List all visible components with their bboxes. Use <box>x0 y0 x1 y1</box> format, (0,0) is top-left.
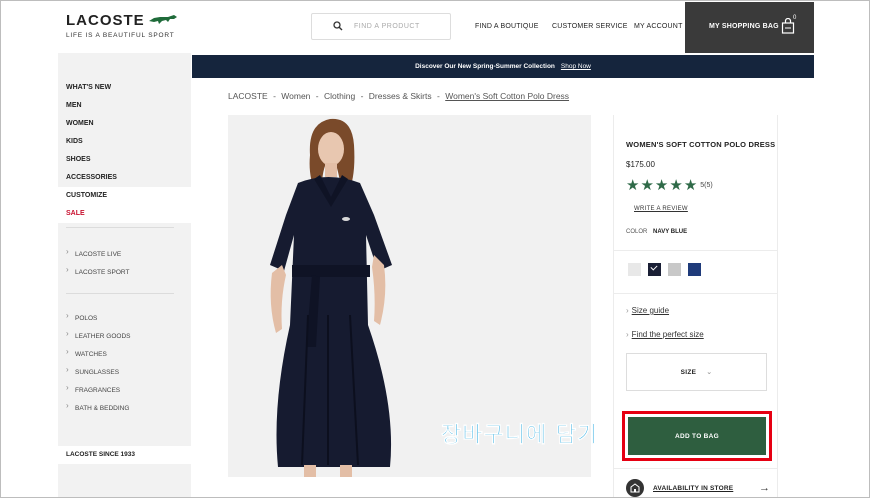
perfect-size-link[interactable]: › Find the perfect size <box>626 330 704 339</box>
arrow-right-icon: → <box>759 482 770 494</box>
sidebar-divider <box>66 293 174 294</box>
search-placeholder: FIND A PRODUCT <box>354 23 420 30</box>
sidebar-item-lacoste-sport[interactable]: LACOSTE SPORT <box>66 261 186 282</box>
crocodile-icon <box>149 15 177 24</box>
sidebar-item-sunglasses[interactable]: SUNGLASSES <box>66 361 186 382</box>
review-count: 5(5) <box>700 182 713 189</box>
color-label: COLOR <box>626 229 648 235</box>
breadcrumb-separator: - <box>273 91 276 101</box>
breadcrumb-separator: - <box>360 91 364 101</box>
sidebar-item-leather-goods[interactable]: LEATHER GOODS <box>66 325 186 346</box>
add-to-bag-highlight: ADD TO BAG <box>622 411 772 461</box>
browser-frame: LACOSTE LIFE IS A BEAUTIFUL SPORT FIND A… <box>0 0 870 498</box>
size-guide-label: Size guide <box>631 306 670 315</box>
star-icon: ★ <box>626 177 640 194</box>
sidebar-main-menu: WHAT'S NEW MEN WOMEN KIDS SHOES ACCESSOR… <box>58 79 191 223</box>
nav-my-account[interactable]: MY ACCOUNT <box>634 23 683 30</box>
bag-count-badge: 0 <box>793 15 797 21</box>
lacoste-logo[interactable]: LACOSTE LIFE IS A BEAUTIFUL SPORT <box>66 12 177 39</box>
sidebar-item-men[interactable]: MEN <box>58 97 191 115</box>
star-icon: ★ <box>683 177 698 194</box>
sidebar-item-women[interactable]: WOMEN <box>58 115 191 133</box>
sidebar-item-accessories[interactable]: ACCESSORIES <box>58 169 191 187</box>
size-selector[interactable]: SIZE ⌄ <box>626 353 767 391</box>
divider <box>614 468 777 469</box>
chevron-right-icon: › <box>626 330 629 339</box>
sidebar-item-fragrances[interactable]: FRAGRANCES <box>66 379 186 400</box>
swatch-white[interactable] <box>628 263 641 276</box>
annotation-add-to-cart: 장바구니에 담기 <box>441 423 599 449</box>
size-guide-link[interactable]: › Size guide <box>626 306 669 315</box>
star-icon: ★ <box>654 177 669 194</box>
write-review-link[interactable]: WRITE A REVIEW <box>634 206 688 212</box>
breadcrumb-item[interactable]: Dresses & Skirts <box>369 91 432 101</box>
left-sidebar: WHAT'S NEW MEN WOMEN KIDS SHOES ACCESSOR… <box>58 53 191 497</box>
promo-text: Discover Our New Spring-Summer Collectio… <box>415 63 555 70</box>
site-header: LACOSTE LIFE IS A BEAUTIFUL SPORT FIND A… <box>58 2 814 53</box>
breadcrumb-item[interactable]: LACOSTE <box>228 91 268 101</box>
store-icon <box>626 479 644 497</box>
sidebar-group-lines: LACOSTE LIVE LACOSTE SPORT <box>66 243 186 282</box>
swatch-grey[interactable] <box>668 263 681 276</box>
sidebar-divider <box>66 227 174 228</box>
shopping-bag-label: MY SHOPPING BAG <box>709 23 779 30</box>
color-swatches <box>628 263 701 276</box>
promo-banner: Discover Our New Spring-Summer Collectio… <box>192 55 814 78</box>
sidebar-item-customize[interactable]: CUSTOMIZE <box>58 187 191 205</box>
breadcrumb-current[interactable]: Women's Soft Cotton Polo Dress <box>445 91 569 101</box>
logo-tagline: LIFE IS A BEAUTIFUL SPORT <box>66 32 175 39</box>
nav-customer-service[interactable]: CUSTOMER SERVICE <box>552 23 628 30</box>
sidebar-item-kids[interactable]: KIDS <box>58 133 191 151</box>
color-info: COLOR NAVY BLUE <box>626 229 687 235</box>
breadcrumb-separator: - <box>437 91 440 101</box>
promo-shop-now-link[interactable]: Shop Now <box>561 63 591 70</box>
product-details-panel: WOMEN'S SOFT COTTON POLO DRESS $175.00 ★… <box>613 115 778 497</box>
sidebar-item-bath-bedding[interactable]: BATH & BEDDING <box>66 397 186 418</box>
chevron-right-icon: › <box>626 306 629 315</box>
sidebar-item-whats-new[interactable]: WHAT'S NEW <box>58 79 191 97</box>
search-icon <box>333 21 343 31</box>
breadcrumb-separator: - <box>315 91 319 101</box>
nav-find-boutique[interactable]: FIND A BOUTIQUE <box>475 23 539 30</box>
shopping-bag-button[interactable]: MY SHOPPING BAG 0 <box>685 2 814 53</box>
sidebar-item-since-1933[interactable]: LACOSTE SINCE 1933 <box>58 446 191 464</box>
swatch-blue[interactable] <box>688 263 701 276</box>
size-label: SIZE <box>680 368 697 376</box>
perfect-size-label: Find the perfect size <box>631 330 704 339</box>
breadcrumb: LACOSTE - Women - Clothing - Dresses & S… <box>228 91 569 101</box>
chevron-down-icon: ⌄ <box>706 369 713 376</box>
star-icon: ★ <box>640 177 654 194</box>
availability-label: AVAILABILITY IN STORE <box>653 484 734 492</box>
breadcrumb-item[interactable]: Women <box>281 91 310 101</box>
breadcrumb-item[interactable]: Clothing <box>324 91 355 101</box>
sidebar-group-categories: POLOS LEATHER GOODS WATCHES SUNGLASSES F… <box>66 307 186 418</box>
rating-stars[interactable]: ★ ★ ★ ★ ★ 5(5) <box>626 178 713 193</box>
divider <box>614 250 777 251</box>
product-price: $175.00 <box>626 160 655 169</box>
product-title: WOMEN'S SOFT COTTON POLO DRESS <box>626 140 776 149</box>
star-icon: ★ <box>669 177 683 194</box>
sidebar-item-lacoste-live[interactable]: LACOSTE LIVE <box>66 243 186 264</box>
sidebar-item-sale[interactable]: SALE <box>58 205 191 223</box>
color-value: NAVY BLUE <box>653 229 688 235</box>
swatch-navy-selected[interactable] <box>648 263 661 276</box>
sidebar-item-polos[interactable]: POLOS <box>66 307 186 328</box>
search-input[interactable]: FIND A PRODUCT <box>311 13 451 40</box>
add-to-bag-button[interactable]: ADD TO BAG <box>628 417 766 455</box>
sidebar-item-shoes[interactable]: SHOES <box>58 151 191 169</box>
divider <box>614 293 777 294</box>
sidebar-item-watches[interactable]: WATCHES <box>66 343 186 364</box>
availability-in-store-link[interactable]: AVAILABILITY IN STORE → <box>626 477 770 497</box>
